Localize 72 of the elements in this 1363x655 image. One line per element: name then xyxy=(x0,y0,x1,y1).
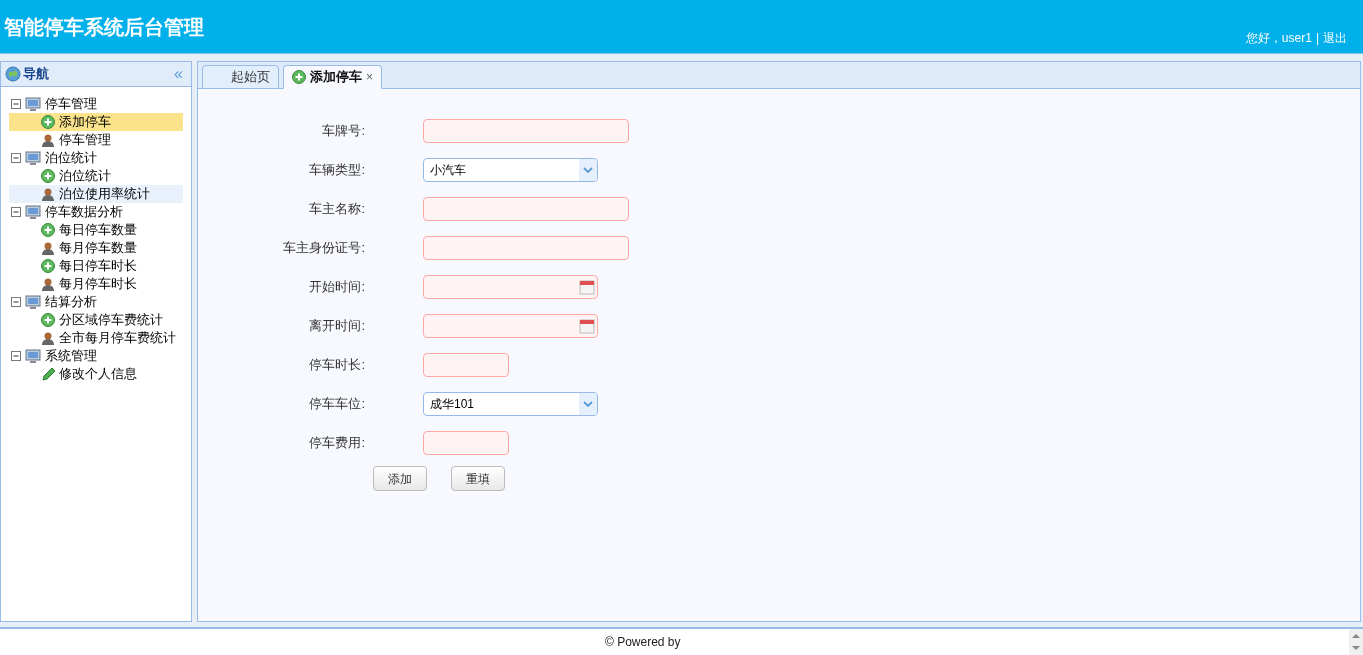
plus-circle-icon xyxy=(41,223,55,237)
tree-item[interactable]: 修改个人信息 xyxy=(9,365,183,383)
plus-circle-icon xyxy=(41,115,55,129)
tree-node[interactable]: 停车管理 xyxy=(9,95,183,113)
collapse-toggle-icon xyxy=(9,349,23,363)
person-icon xyxy=(41,277,55,291)
plus-circle-icon xyxy=(41,169,55,183)
tree-item[interactable]: 全市每月停车费统计 xyxy=(9,329,183,347)
app-title: 智能停车系统后台管理 xyxy=(3,15,204,40)
text-field[interactable] xyxy=(423,235,629,260)
tree-node[interactable]: 结算分析 xyxy=(9,293,183,311)
text-field[interactable] xyxy=(423,118,629,143)
globe-icon xyxy=(5,66,21,82)
computer-icon xyxy=(25,150,41,166)
date-field[interactable] xyxy=(423,274,598,299)
tree-item[interactable]: 每日停车数量 xyxy=(9,221,183,239)
calendar-icon xyxy=(579,317,595,334)
close-button[interactable]: × xyxy=(366,68,373,86)
tree-item[interactable]: 每月停车时长 xyxy=(9,275,183,293)
text-field[interactable] xyxy=(423,196,629,221)
chevron-down-icon xyxy=(583,166,593,173)
tree-item[interactable]: 每月停车数量 xyxy=(9,239,183,257)
plus-circle-icon xyxy=(41,259,55,273)
computer-icon xyxy=(25,348,41,364)
tree-item[interactable]: 泊位使用率统计 xyxy=(9,185,183,203)
nav-title: 导航 xyxy=(23,65,49,84)
text-field[interactable] xyxy=(423,430,509,455)
field-label: 车辆类型: xyxy=(308,160,365,179)
tree-node[interactable]: 泊位统计 xyxy=(9,149,183,167)
field-label: 离开时间: xyxy=(308,316,365,335)
tab[interactable]: 起始页 xyxy=(202,65,279,89)
person-icon xyxy=(41,241,55,255)
tree-item[interactable]: 停车管理 xyxy=(9,131,183,149)
text-field[interactable] xyxy=(423,352,509,377)
field-label: 停车时长: xyxy=(308,355,365,374)
tree-node[interactable]: 系统管理 xyxy=(9,347,183,365)
field-label: 车主身份证号: xyxy=(282,238,365,257)
greeting-text: 您好，user1 xyxy=(1245,30,1312,47)
tree-node[interactable]: 停车数据分析 xyxy=(9,203,183,221)
field-label: 停车车位: xyxy=(308,394,365,413)
form-button[interactable]: 重填 xyxy=(451,466,505,491)
plus-circle-icon xyxy=(41,313,55,327)
plus-circle-icon xyxy=(292,70,306,84)
computer-icon xyxy=(25,204,41,220)
chevron-down-icon xyxy=(583,400,593,407)
collapse-toggle-icon xyxy=(9,205,23,219)
tree-item[interactable]: 分区域停车费统计 xyxy=(9,311,183,329)
form-button[interactable]: 添加 xyxy=(373,466,427,491)
field-label: 车主名称: xyxy=(308,199,365,218)
computer-icon xyxy=(25,294,41,310)
person-icon xyxy=(41,133,55,147)
dropdown[interactable]: 小汽车 xyxy=(423,157,598,182)
computer-icon xyxy=(25,96,41,112)
separator-text: | xyxy=(1315,30,1319,47)
collapse-toggle-icon xyxy=(9,151,23,165)
dropdown[interactable]: 成华101 xyxy=(423,391,598,416)
collapse-toggle-icon xyxy=(9,97,23,111)
field-label: 开始时间: xyxy=(308,277,365,296)
tree-item[interactable]: 添加停车 xyxy=(9,113,183,131)
person-icon xyxy=(41,187,55,201)
tree-item[interactable]: 每日停车时长 xyxy=(9,257,183,275)
tree-item[interactable]: 泊位统计 xyxy=(9,167,183,185)
field-label: 停车费用: xyxy=(308,433,365,452)
collapse-toggle-icon xyxy=(9,295,23,309)
footer-text: © Powered by xyxy=(605,634,681,651)
calendar-icon xyxy=(579,278,595,295)
date-field[interactable] xyxy=(423,313,598,338)
person-icon xyxy=(41,331,55,345)
field-label: 车牌号: xyxy=(321,121,365,140)
scrollbar-drawing xyxy=(1349,629,1363,655)
pencil-icon xyxy=(41,367,55,381)
tab[interactable]: 添加停车 × xyxy=(283,65,382,89)
